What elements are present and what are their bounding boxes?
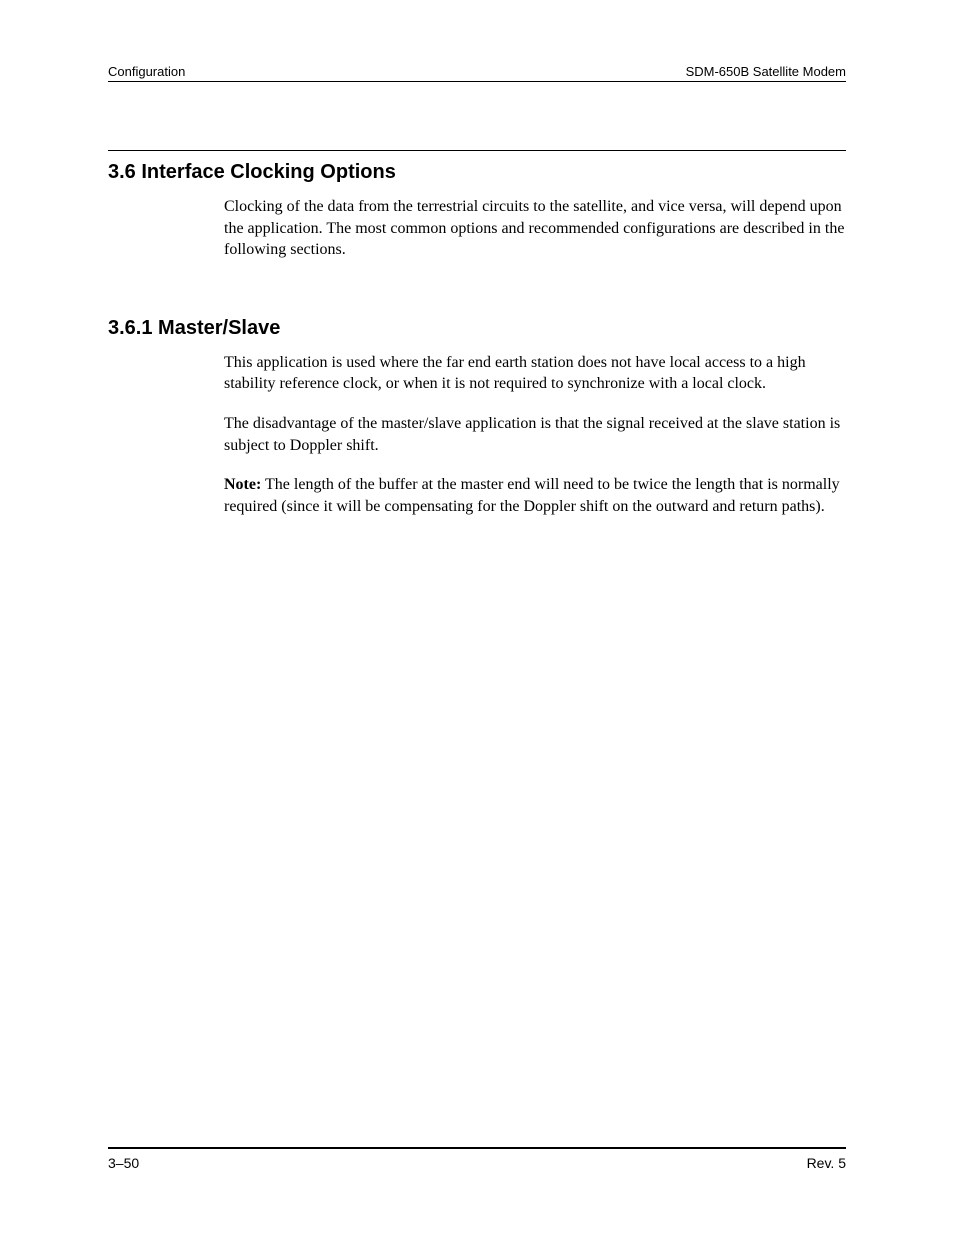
- subsection-note: Note: The length of the buffer at the ma…: [224, 474, 846, 517]
- subsection-body: This application is used where the far e…: [224, 352, 846, 536]
- subsection-paragraph-2: The disadvantage of the master/slave app…: [224, 413, 846, 456]
- subsection-heading: 3.6.1 Master/Slave: [108, 317, 846, 340]
- header-right-text: SDM-650B Satellite Modem: [686, 64, 846, 79]
- note-text: The length of the buffer at the master e…: [224, 476, 840, 515]
- note-label: Note:: [224, 476, 261, 493]
- header-rule: [108, 81, 846, 82]
- section-paragraph: Clocking of the data from the terrestria…: [224, 196, 846, 261]
- subsection-paragraph-1: This application is used where the far e…: [224, 352, 846, 395]
- page-container: Configuration SDM-650B Satellite Modem 3…: [108, 64, 846, 1171]
- footer-page-number: 3–50: [108, 1155, 139, 1171]
- running-header: Configuration SDM-650B Satellite Modem: [108, 64, 846, 81]
- footer-revision: Rev. 5: [807, 1155, 846, 1171]
- footer-rule: [108, 1147, 846, 1149]
- section-body: Clocking of the data from the terrestria…: [224, 196, 846, 279]
- section-heading: 3.6 Interface Clocking Options: [108, 161, 846, 184]
- running-footer: 3–50 Rev. 5: [108, 1155, 846, 1171]
- section-top-rule: [108, 150, 846, 151]
- footer-area: 3–50 Rev. 5: [108, 1147, 846, 1171]
- header-left-text: Configuration: [108, 64, 185, 79]
